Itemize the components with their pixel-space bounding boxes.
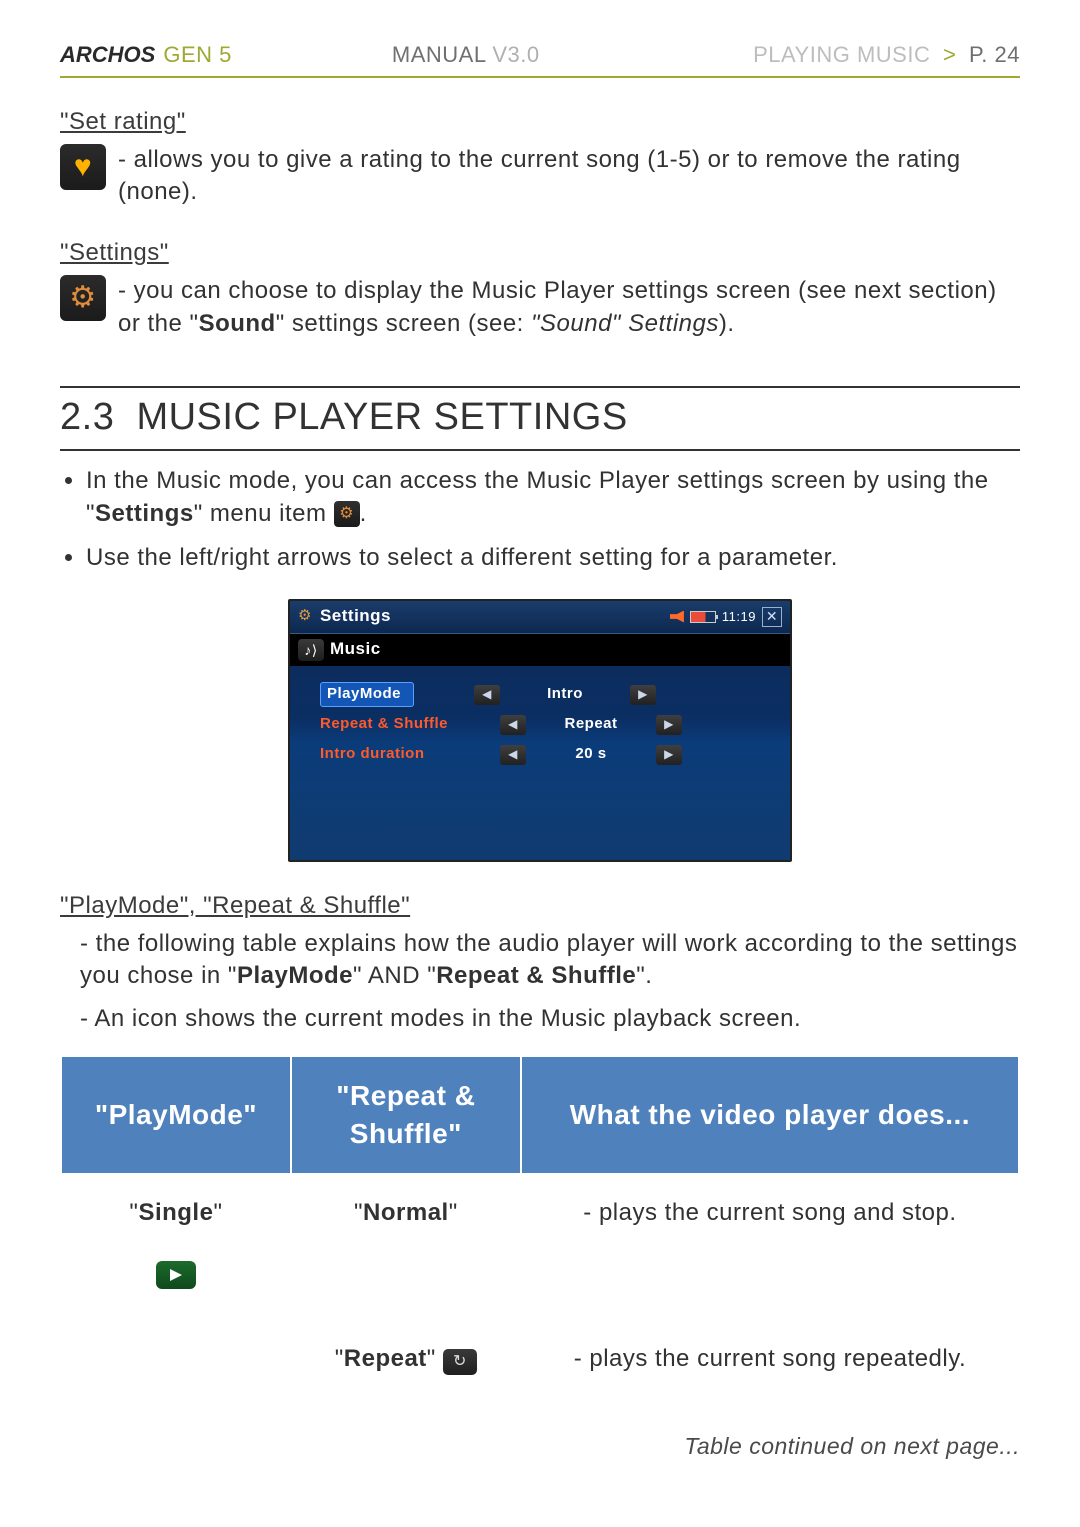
settings-heading: "Settings" — [60, 237, 1020, 269]
arrow-left-icon[interactable]: ◀ — [474, 685, 500, 705]
settings-row: ⚙ - you can choose to display the Music … — [60, 275, 1020, 340]
arrow-right-icon[interactable]: ▶ — [630, 685, 656, 705]
settings-mid: " settings screen (see: — [276, 310, 531, 337]
arrow-right-icon[interactable]: ▶ — [656, 745, 682, 765]
param-row-intro[interactable]: Intro duration ◀ 20 s ▶ — [320, 740, 780, 770]
crumb-page: P. 24 — [969, 42, 1020, 67]
page-header: ARCHOS GEN 5 MANUAL V3.0 PLAYING MUSIC >… — [60, 40, 1020, 78]
brand-gen: GEN 5 — [163, 40, 232, 70]
param-row-repeat[interactable]: Repeat & Shuffle ◀ Repeat ▶ — [320, 710, 780, 740]
section-number: 2.3 — [60, 396, 114, 438]
table-row: "Single" "Normal" - plays the current so… — [61, 1174, 1019, 1321]
set-rating-heading: "Set rating" — [60, 106, 1020, 138]
pm2: An icon shows the current modes in the M… — [94, 1005, 801, 1032]
play-single-icon — [156, 1261, 196, 1289]
shot-params: PlayMode ◀ Intro ▶ Repeat & Shuffle ◀ Re… — [290, 666, 790, 860]
cell-repeat: "Normal" — [291, 1174, 521, 1321]
pm1e: ". — [636, 962, 652, 989]
playmode-desc: - the following table explains how the a… — [60, 928, 1020, 1035]
settings-bold: Sound — [199, 310, 276, 337]
playmode-line2: - An icon shows the current modes in the… — [80, 1003, 1020, 1035]
bullet-1: In the Music mode, you can access the Mu… — [86, 465, 1020, 530]
section-title: 2.3 MUSIC PLAYER SETTINGS — [60, 392, 1020, 451]
music-note-icon: ♪⟩ — [298, 639, 324, 661]
settings-tail: ). — [719, 310, 735, 337]
breadcrumb: PLAYING MUSIC > P. 24 — [753, 40, 1020, 70]
modes-table: "PlayMode" "Repeat & Shuffle" What the v… — [60, 1055, 1020, 1397]
gear-icon: ⚙ — [60, 275, 106, 321]
shot-title: Settings — [320, 605, 391, 628]
b1c: " menu item — [194, 500, 334, 527]
arrow-left-icon[interactable]: ◀ — [500, 715, 526, 735]
param-row-playmode[interactable]: PlayMode ◀ Intro ▶ — [320, 680, 780, 710]
cell-playmode: "Single" — [61, 1174, 291, 1321]
playmode-heading: "PlayMode", "Repeat & Shuffle" — [60, 890, 1020, 922]
param-name: PlayMode — [320, 682, 414, 706]
chevron-right-icon: > — [943, 42, 956, 67]
section-name: MUSIC PLAYER SETTINGS — [136, 396, 627, 438]
pm1b: PlayMode — [237, 962, 353, 989]
heart-icon: ♥ — [60, 144, 106, 190]
rs-val: Normal — [363, 1199, 449, 1226]
battery-icon — [690, 611, 716, 623]
pm-val: Single — [138, 1199, 213, 1226]
rs-val: Repeat — [344, 1345, 427, 1372]
section-bullets: In the Music mode, you can access the Mu… — [60, 465, 1020, 574]
gear-icon: ⚙ — [298, 606, 312, 626]
param-name: Intro duration — [320, 744, 490, 764]
cell-desc: - plays the current song repeatedly. — [521, 1321, 1019, 1397]
shot-status-area: 11:19 ✕ — [670, 607, 782, 627]
table-continued: Table continued on next page... — [60, 1431, 1020, 1462]
set-rating-text: - allows you to give a rating to the cur… — [118, 144, 1020, 209]
param-value: Repeat — [536, 714, 646, 734]
set-rating-row: ♥ - allows you to give a rating to the c… — [60, 144, 1020, 209]
b1b: Settings — [95, 500, 194, 527]
shot-breadcrumb-text: Music — [330, 638, 381, 661]
volume-icon — [670, 611, 684, 623]
th-what: What the video player does... — [521, 1056, 1019, 1174]
settings-italic: "Sound" Settings — [531, 310, 719, 337]
pm1d: Repeat & Shuffle — [436, 962, 636, 989]
cell-desc: - plays the current song and stop. — [521, 1174, 1019, 1321]
crumb-section: PLAYING MUSIC — [753, 42, 930, 67]
shot-time: 11:19 — [722, 608, 756, 626]
table-row: "Repeat" ↻ - plays the current song repe… — [61, 1321, 1019, 1397]
param-value: Intro — [510, 684, 620, 704]
gear-icon: ⚙ — [334, 501, 360, 527]
arrow-right-icon[interactable]: ▶ — [656, 715, 682, 735]
th-repeat: "Repeat & Shuffle" — [291, 1056, 521, 1174]
bullet-2: Use the left/right arrows to select a di… — [86, 542, 1020, 574]
b1d: . — [360, 500, 367, 527]
cell-repeat: "Repeat" ↻ — [291, 1321, 521, 1397]
shot-titlebar: ⚙ Settings 11:19 ✕ — [290, 601, 790, 634]
param-value: 20 s — [536, 744, 646, 764]
th-playmode: "PlayMode" — [61, 1056, 291, 1174]
repeat-icon: ↻ — [443, 1349, 477, 1375]
pm1c: " AND " — [353, 962, 436, 989]
manual-label: MANUAL V3.0 — [392, 40, 540, 70]
shot-breadcrumb: ♪⟩ Music — [290, 634, 790, 666]
manual-word: MANUAL — [392, 42, 486, 67]
set-rating-desc: allows you to give a rating to the curre… — [118, 146, 961, 205]
section-rule-top — [60, 386, 1020, 388]
arrow-left-icon[interactable]: ◀ — [500, 745, 526, 765]
close-icon[interactable]: ✕ — [762, 607, 782, 627]
playmode-line1: - the following table explains how the a… — [80, 928, 1020, 993]
music-settings-screenshot: ⚙ Settings 11:19 ✕ ♪⟩ Music PlayMode ◀ I… — [288, 599, 792, 862]
param-name: Repeat & Shuffle — [320, 714, 490, 734]
settings-text: - you can choose to display the Music Pl… — [118, 275, 1020, 340]
brand-logo: ARCHOS — [60, 40, 155, 70]
manual-version: V3.0 — [492, 42, 539, 67]
